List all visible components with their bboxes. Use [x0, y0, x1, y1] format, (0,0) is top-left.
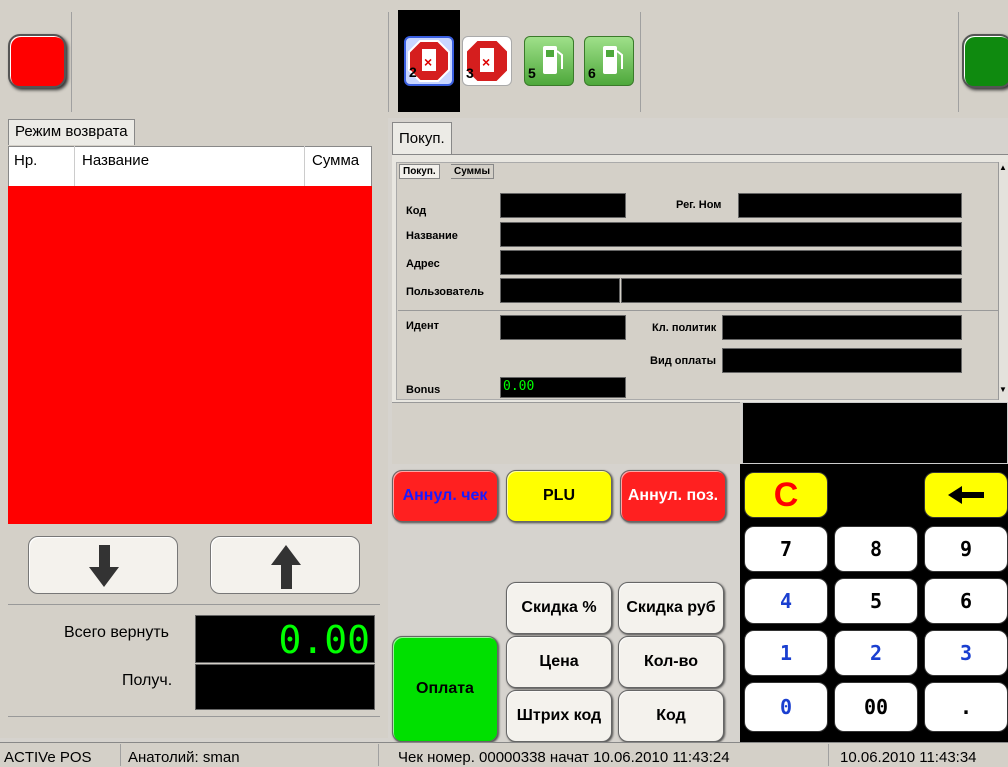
column-number[interactable]: Нр. [14, 152, 37, 169]
pump-number: 5 [528, 65, 536, 81]
plu-button[interactable]: PLU [506, 470, 612, 522]
user-field-2[interactable] [621, 278, 962, 303]
address-field[interactable] [500, 250, 962, 275]
status-user: Анатолий: sman [128, 749, 240, 766]
bonus-label: Bonus [406, 384, 441, 396]
customer-divider [398, 310, 998, 311]
discount-rub-button[interactable]: Скидка руб [618, 582, 724, 634]
key-0[interactable]: 0 [744, 682, 828, 732]
toolbar-divider [71, 12, 72, 112]
toolbar-divider [388, 12, 389, 112]
scroll-down-arrow-icon[interactable]: ▼ [999, 385, 1007, 394]
total-return-label: Всего вернуть [64, 624, 170, 641]
backspace-key[interactable] [924, 472, 1008, 518]
ident-label: Идент [406, 320, 440, 332]
clear-key[interactable]: C [744, 472, 828, 518]
user-label: Пользователь [406, 286, 485, 298]
user-field-1[interactable] [500, 278, 620, 303]
arrow-left-icon [948, 486, 984, 504]
column-divider [74, 146, 75, 186]
scroll-up-button[interactable] [210, 536, 360, 594]
code-button[interactable]: Код [618, 690, 724, 742]
left-bottom-divider [8, 716, 380, 717]
policy-label: Кл. политик [652, 322, 717, 334]
key-00[interactable]: 00 [834, 682, 918, 732]
status-divider [828, 744, 829, 766]
payment-type-label: Вид оплаты [650, 355, 716, 367]
svg-text:×: × [424, 54, 432, 70]
received-value [195, 664, 375, 710]
scroll-down-button[interactable] [28, 536, 178, 594]
pay-button[interactable]: Оплата [392, 636, 498, 742]
discount-percent-button[interactable]: Скидка % [506, 582, 612, 634]
pump-6-button[interactable]: 6 [584, 36, 634, 86]
status-divider [120, 744, 121, 766]
status-divider [378, 744, 379, 766]
key-7[interactable]: 7 [744, 526, 828, 572]
red-status-button[interactable] [8, 34, 66, 88]
return-items-list[interactable] [8, 186, 372, 524]
scroll-up-arrow-icon[interactable]: ▲ [999, 163, 1007, 172]
info-area [392, 402, 740, 464]
column-sum[interactable]: Сумма [312, 152, 359, 169]
toolbar-divider [640, 12, 641, 112]
column-divider [304, 146, 305, 186]
key-1[interactable]: 1 [744, 630, 828, 676]
tab-return-mode[interactable]: Режим возврата [8, 119, 135, 145]
pump-5-button[interactable]: 5 [524, 36, 574, 86]
arrow-down-icon [89, 545, 119, 587]
barcode-button[interactable]: Штрих код [506, 690, 612, 742]
key-4[interactable]: 4 [744, 578, 828, 624]
key-8[interactable]: 8 [834, 526, 918, 572]
status-app-name: ACTIVe POS [4, 749, 92, 766]
reg-num-label: Рег. Ном [676, 199, 722, 211]
reg-num-field[interactable] [738, 193, 962, 218]
tab-customer[interactable]: Покуп. [392, 122, 452, 154]
price-button[interactable]: Цена [506, 636, 612, 688]
total-return-value: 0.00 [195, 615, 375, 663]
arrow-up-icon [271, 545, 301, 589]
code-field[interactable] [500, 193, 626, 218]
keypad-display [742, 402, 1008, 464]
address-label: Адрес [406, 258, 440, 270]
pump-3-button[interactable]: × 3 [462, 36, 512, 86]
key-5[interactable]: 5 [834, 578, 918, 624]
subtab-sums[interactable]: Суммы [451, 164, 494, 179]
payment-type-field[interactable] [722, 348, 962, 373]
left-divider [8, 604, 380, 605]
pump-number: 2 [409, 64, 417, 80]
key-2[interactable]: 2 [834, 630, 918, 676]
status-datetime: 10.06.2010 11:43:34 [840, 749, 977, 766]
name-field[interactable] [500, 222, 962, 247]
svg-text:×: × [482, 54, 490, 70]
customer-scrollbar[interactable] [998, 162, 1008, 400]
pump-number: 6 [588, 65, 596, 81]
subtab-customer[interactable]: Покуп. [399, 164, 440, 179]
key-dot[interactable]: . [924, 682, 1008, 732]
column-name[interactable]: Название [82, 152, 149, 169]
pump-number: 3 [466, 65, 474, 81]
void-position-button[interactable]: Аннул. поз. [620, 470, 726, 522]
pump-2-button[interactable]: × 2 [404, 36, 454, 86]
key-3[interactable]: 3 [924, 630, 1008, 676]
green-status-button[interactable] [962, 34, 1008, 88]
ident-field[interactable] [500, 315, 626, 340]
void-check-button[interactable]: Аннул. чек [392, 470, 498, 522]
received-label: Получ. [122, 672, 173, 689]
code-label: Код [406, 205, 427, 217]
key-9[interactable]: 9 [924, 526, 1008, 572]
key-6[interactable]: 6 [924, 578, 1008, 624]
toolbar-divider [958, 12, 959, 112]
bonus-field: 0.00 [500, 377, 626, 398]
quantity-button[interactable]: Кол-во [618, 636, 724, 688]
status-check-info: Чек номер. 00000338 начат 10.06.2010 11:… [398, 749, 730, 766]
policy-field[interactable] [722, 315, 962, 340]
name-label: Название [406, 230, 458, 242]
